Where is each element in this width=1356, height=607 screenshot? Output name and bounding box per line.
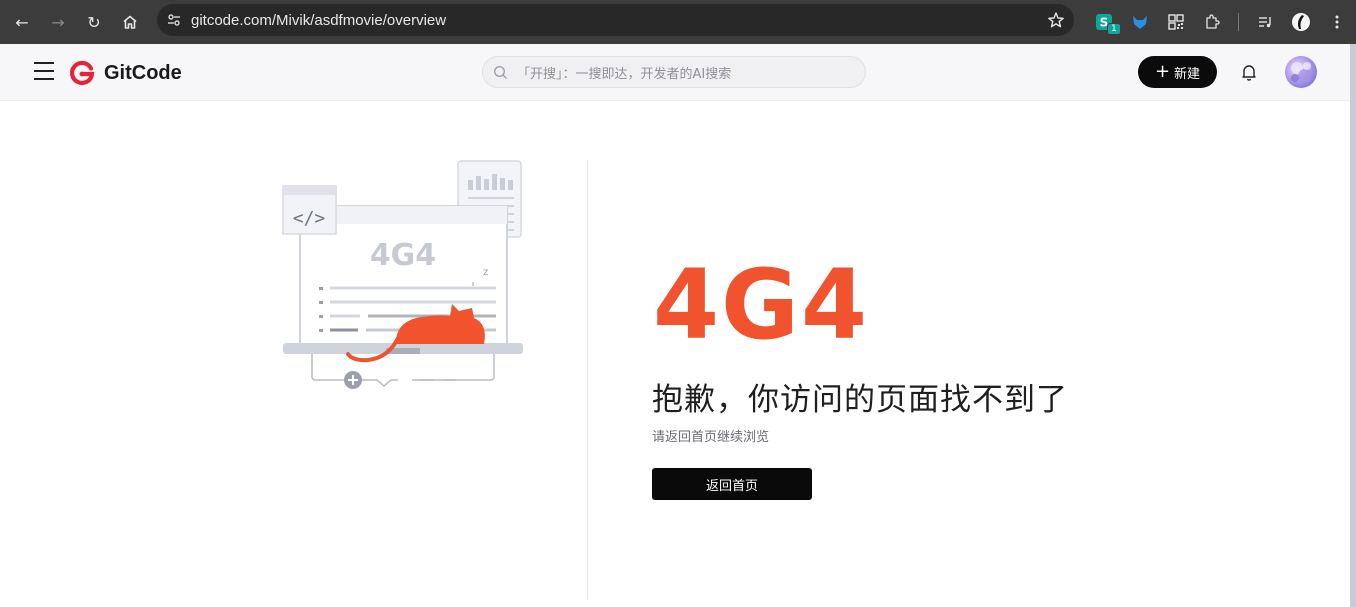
extension-tampermonkey[interactable]: S 1 <box>1086 4 1122 40</box>
site-info-button[interactable] <box>157 12 191 28</box>
hamburger-line <box>34 78 54 80</box>
profile-avatar-icon <box>1292 13 1310 31</box>
gitcode-logo-icon <box>69 60 95 86</box>
hamburger-line <box>34 70 54 72</box>
arrow-right-icon: → <box>51 12 65 32</box>
site-header: GitCode 「开搜」：一搜即达，开发者的AI搜索 + 新建 <box>0 44 1350 101</box>
error-title: 抱歉，你访问的页面找不到了 <box>652 382 1068 418</box>
qr-code-icon <box>1168 14 1184 30</box>
profile-button[interactable] <box>1283 4 1319 40</box>
star-icon <box>1048 12 1064 28</box>
puzzle-icon <box>1206 14 1220 29</box>
new-button[interactable]: + 新建 <box>1138 56 1217 88</box>
back-button[interactable]: ← <box>4 4 40 40</box>
home-icon <box>123 15 137 29</box>
avatar-image <box>1291 62 1312 83</box>
reload-button[interactable]: ↻ <box>76 4 112 40</box>
plus-icon: + <box>1154 61 1171 82</box>
notifications-button[interactable] <box>1239 62 1259 82</box>
tune-icon <box>168 14 180 26</box>
hamburger-icon <box>34 62 54 64</box>
brand-name: GitCode <box>104 61 182 84</box>
scrollbar[interactable] <box>1350 44 1356 607</box>
address-bar[interactable]: gitcode.com/Mivik/asdfmovie/overview <box>157 4 1074 36</box>
search-input[interactable]: 「开搜」：一搜即达，开发者的AI搜索 <box>482 56 866 88</box>
toolbar-divider <box>1238 13 1239 31</box>
forward-button[interactable]: → <box>40 4 76 40</box>
not-found-illustration: 4G4 z </> <box>282 160 523 389</box>
bookmark-star-button[interactable] <box>1038 11 1074 29</box>
new-button-label: 新建 <box>1174 66 1201 82</box>
content-divider <box>587 160 588 600</box>
extension-qr[interactable] <box>1158 4 1194 40</box>
reload-icon: ↻ <box>87 12 101 32</box>
search-placeholder: 「开搜」：一搜即达，开发者的AI搜索 <box>517 66 732 82</box>
user-avatar[interactable] <box>1285 56 1317 88</box>
kebab-menu-icon <box>1335 15 1339 29</box>
illustration-404-text: 4G4 <box>370 238 436 273</box>
sleep-z-icon: z <box>483 267 488 278</box>
error-subtitle: 请返回首页继续浏览 <box>652 430 770 445</box>
bell-icon <box>1242 65 1256 81</box>
fox-icon <box>1133 16 1147 29</box>
error-code-graphic: 4G4 <box>653 258 869 348</box>
menu-button[interactable] <box>34 62 54 82</box>
url-text[interactable]: gitcode.com/Mivik/asdfmovie/overview <box>191 12 1038 29</box>
media-control-button[interactable] <box>1247 4 1283 40</box>
browser-menu-button[interactable] <box>1319 4 1355 40</box>
extensions-area: S 1 <box>1086 0 1355 44</box>
extension-badge: 1 <box>1107 23 1121 35</box>
browser-toolbar: ← → ↻ gitcode.com/Mivik/asdfmovie/overvi… <box>0 0 1356 44</box>
arrow-left-icon: ← <box>15 12 29 32</box>
extension-fox[interactable] <box>1122 4 1158 40</box>
playlist-icon <box>1259 17 1271 28</box>
search-icon <box>483 65 517 80</box>
home-button[interactable] <box>112 4 148 40</box>
back-to-home-button[interactable]: 返回首页 <box>652 468 812 500</box>
error-code-text: 4G4 <box>653 258 869 348</box>
brand-logo[interactable]: GitCode <box>68 59 182 87</box>
code-tag-icon: </> <box>293 208 326 229</box>
extensions-button[interactable] <box>1194 4 1230 40</box>
